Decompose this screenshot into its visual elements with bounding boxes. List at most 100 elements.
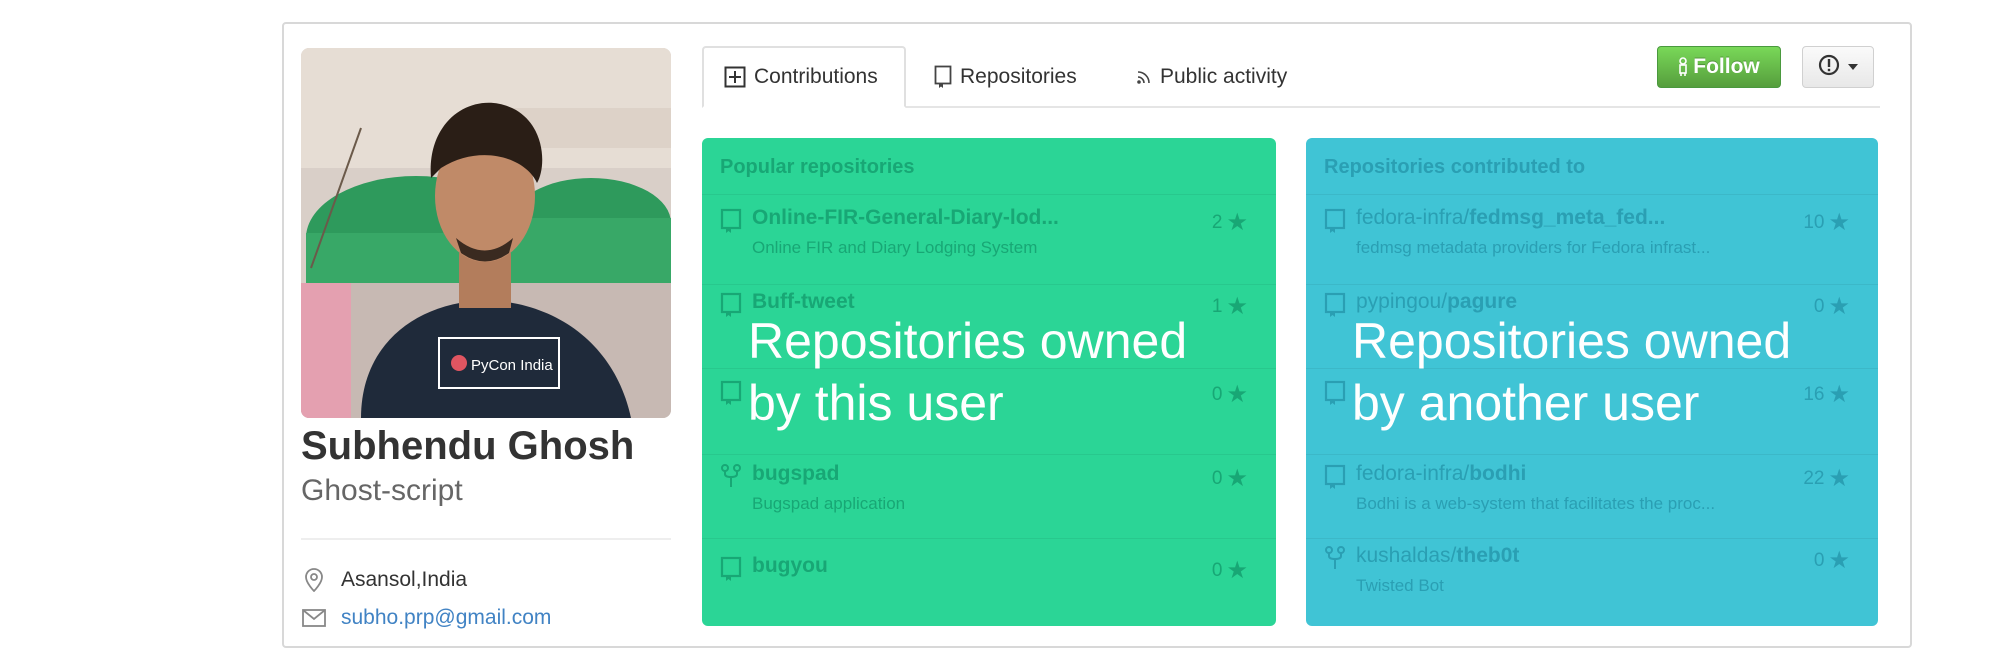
tab-label: Repositories	[960, 65, 1077, 88]
star-icon: ★	[1226, 465, 1248, 492]
repo-icon	[1324, 292, 1346, 323]
repo-description: fedmsg metadata providers for Fedora inf…	[1356, 238, 1711, 257]
plus-square-icon	[724, 66, 746, 88]
star-count: 0	[1211, 559, 1223, 581]
follow-button-label: Follow	[1693, 55, 1760, 78]
tab-label: Public activity	[1160, 65, 1288, 88]
repo-description: Bodhi is a web-system that facilitates t…	[1356, 494, 1716, 513]
overlay-annotation: Repositories owned by this user	[748, 310, 1187, 434]
repo-stars: 22 ★	[1803, 464, 1850, 493]
star-count: 0	[1813, 549, 1825, 571]
repo-owner: kushaldas/	[1356, 544, 1457, 567]
star-count: 1	[1211, 295, 1223, 317]
popular-repositories-header: Popular repositories	[720, 156, 915, 178]
alert-circle-icon	[1818, 54, 1840, 81]
tab-public-activity[interactable]: Public activity	[1136, 46, 1287, 108]
avatar-photo: PyCon India	[301, 48, 671, 418]
tab-contributions[interactable]: Contributions	[702, 46, 906, 108]
repo-stars: 10 ★	[1803, 208, 1850, 237]
repo-description: Twisted Bot	[1356, 576, 1444, 595]
repo-list-item[interactable]: bugspad Bugspad application 0 ★	[720, 460, 1258, 530]
star-icon: ★	[1226, 209, 1248, 236]
profile-full-name: Subhendu Ghosh	[301, 424, 635, 468]
chevron-down-icon	[1848, 64, 1858, 70]
star-icon: ★	[1226, 381, 1248, 408]
clock-icon	[301, 643, 327, 646]
repo-stars: 2 ★	[1212, 208, 1248, 237]
contributed-repositories-header: Repositories contributed to	[1324, 156, 1586, 178]
repo-stars: 0 ★	[1814, 546, 1850, 575]
star-icon: ★	[1828, 381, 1850, 408]
star-icon: ★	[1226, 293, 1248, 320]
repo-list-item[interactable]: kushaldas/theb0t Twisted Bot 0 ★	[1324, 542, 1860, 612]
repo-stars: 16 ★	[1803, 380, 1850, 409]
avatar[interactable]: PyCon India	[301, 48, 671, 418]
repo-name: Online-FIR-General-Diary-lod...	[752, 206, 1059, 229]
repo-name: fedora-infra/bodhi	[1356, 462, 1526, 486]
repo-icon	[720, 292, 742, 323]
star-icon: ★	[1828, 547, 1850, 574]
repo-list-item[interactable]: bugyou 0 ★	[720, 552, 1258, 622]
overlay-line: Repositories owned	[1352, 313, 1792, 369]
clock-row	[301, 642, 341, 646]
star-icon: ★	[1226, 557, 1248, 584]
star-icon: ★	[1828, 293, 1850, 320]
popular-repositories-panel: Popular repositories Online-FIR-General-…	[702, 138, 1276, 626]
repo-stars: 1 ★	[1212, 292, 1248, 321]
contributed-repositories-panel: Repositories contributed to fedora-infra…	[1306, 138, 1878, 626]
star-count: 0	[1211, 383, 1223, 405]
repo-list-item[interactable]: fedora-infra/fedmsg_meta_fed... fedmsg m…	[1324, 204, 1860, 274]
star-count: 22	[1803, 467, 1825, 489]
rss-icon	[1136, 69, 1152, 85]
follow-button[interactable]: Follow	[1657, 46, 1781, 88]
repo-icon	[720, 556, 742, 587]
repo-icon	[1324, 464, 1346, 495]
profile-card: PyCon India Subhendu Ghosh Ghost-script …	[282, 22, 1912, 648]
star-count: 16	[1803, 383, 1825, 405]
repo-list-item[interactable]: fedora-infra/bodhi Bodhi is a web-system…	[1324, 460, 1860, 530]
fork-icon	[720, 464, 742, 495]
tab-label: Contributions	[754, 65, 878, 88]
overlay-annotation: Repositories owned by another user	[1352, 310, 1791, 434]
repo-stars: 0 ★	[1212, 380, 1248, 409]
person-icon	[1678, 57, 1688, 77]
repo-owner: fedora-infra/	[1356, 206, 1470, 229]
repo-description: Online FIR and Diary Lodging System	[752, 238, 1038, 257]
repo-name: fedora-infra/fedmsg_meta_fed...	[1356, 206, 1665, 230]
location-text: Asansol,India	[341, 568, 468, 591]
more-options-dropdown[interactable]	[1802, 46, 1874, 88]
tab-repositories[interactable]: Repositories	[934, 46, 1077, 108]
star-count: 0	[1211, 467, 1223, 489]
repo-icon	[720, 208, 742, 239]
profile-divider	[301, 538, 671, 540]
email-link[interactable]: subho.prp@gmail.com	[341, 606, 551, 630]
repo-description: Bugspad application	[752, 494, 906, 513]
repo-name: kushaldas/theb0t	[1356, 544, 1519, 568]
star-count: 10	[1803, 211, 1825, 233]
repo-icon	[720, 380, 742, 411]
repo-owner: fedora-infra/	[1356, 462, 1470, 485]
location-pin-icon	[301, 567, 327, 593]
overlay-line: Repositories owned	[748, 313, 1188, 369]
email-row: subho.prp@gmail.com	[301, 604, 551, 632]
repo-list-item[interactable]: Online-FIR-General-Diary-lod... Online F…	[720, 204, 1258, 274]
repo-icon	[1324, 208, 1346, 239]
star-icon: ★	[1828, 465, 1850, 492]
star-count: 0	[1813, 295, 1825, 317]
repo-name: bugyou	[752, 554, 828, 577]
svg-text:PyCon India: PyCon India	[471, 357, 553, 374]
repo-short-name: bodhi	[1469, 462, 1527, 485]
overlay-line: by another user	[1352, 375, 1700, 431]
mail-icon	[301, 605, 327, 631]
star-icon: ★	[1828, 209, 1850, 236]
overlay-line: by this user	[748, 375, 1004, 431]
repo-icon	[1324, 380, 1346, 411]
repo-name: bugspad	[752, 462, 840, 485]
fork-icon	[1324, 546, 1346, 577]
repo-book-icon	[934, 65, 952, 89]
repo-stars: 0 ★	[1814, 292, 1850, 321]
repo-stars: 0 ★	[1212, 556, 1248, 585]
profile-username: Ghost-script	[301, 474, 463, 507]
location-row: Asansol,India	[301, 566, 467, 594]
star-count: 2	[1211, 211, 1223, 233]
